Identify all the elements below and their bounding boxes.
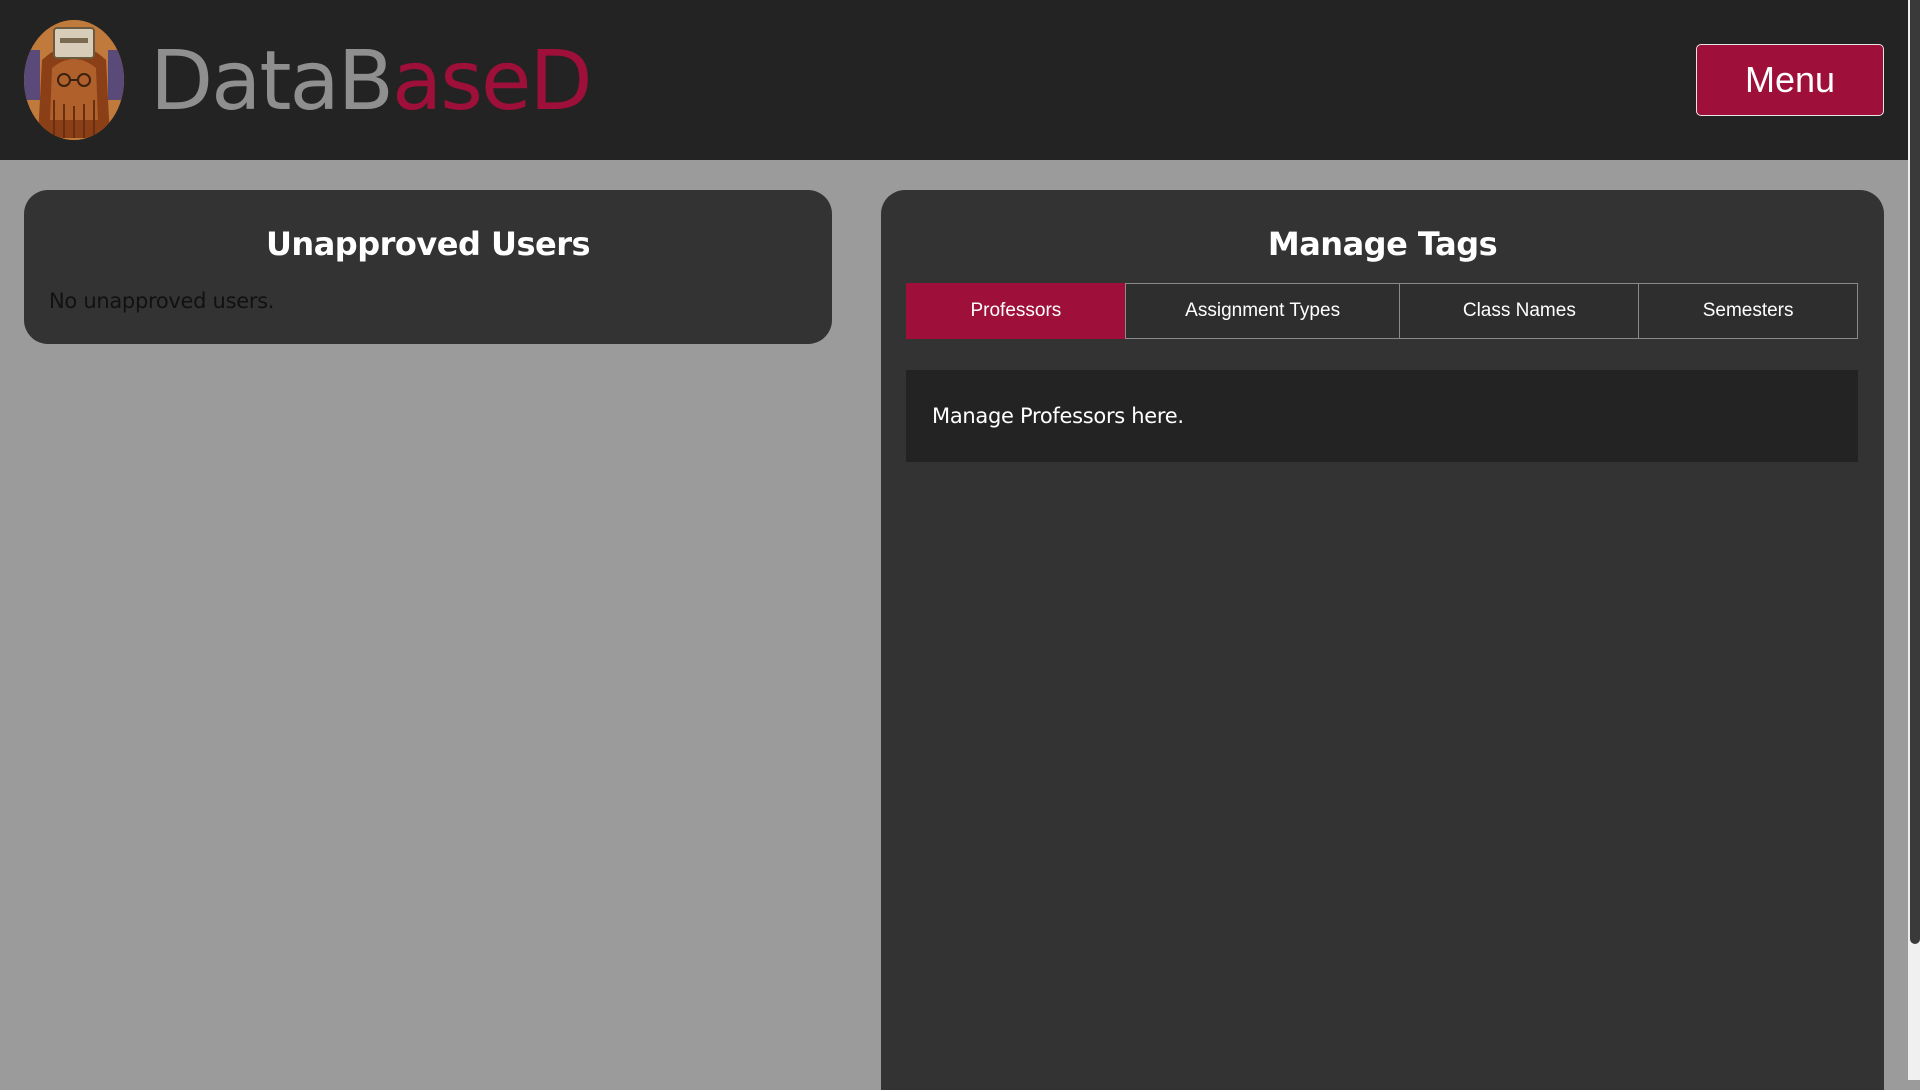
manage-tags-panel: Manage Tags Professors Assignment Types … [881,190,1884,1090]
manage-tags-title: Manage Tags [1267,225,1498,263]
tab-assignment-types[interactable]: Assignment Types [1124,283,1401,339]
tab-content-professors: Manage Professors here. [906,370,1858,462]
unapproved-users-panel: Unapproved Users No unapproved users. [24,190,832,344]
manage-tags-tabs: Professors Assignment Types Class Names … [906,283,1858,339]
page-scrollbar[interactable] [1908,0,1920,1080]
brand-text-gray: DataB [150,34,394,129]
unapproved-users-title: Unapproved Users [265,225,591,263]
brand-logo-text[interactable]: DataBaseD [150,32,593,132]
top-header: DataBaseD Menu [0,0,1908,160]
tab-professors[interactable]: Professors [906,283,1126,339]
tab-class-names[interactable]: Class Names [1399,283,1640,339]
scrollbar-thumb[interactable] [1910,0,1920,944]
tab-content-text: Manage Professors here. [932,404,1184,428]
no-unapproved-users-message: No unapproved users. [49,289,275,313]
menu-button[interactable]: Menu [1696,44,1884,116]
brand-text-accent: aseD [392,34,593,129]
tab-semesters[interactable]: Semesters [1638,283,1858,339]
avatar-logo-icon[interactable] [24,20,124,140]
